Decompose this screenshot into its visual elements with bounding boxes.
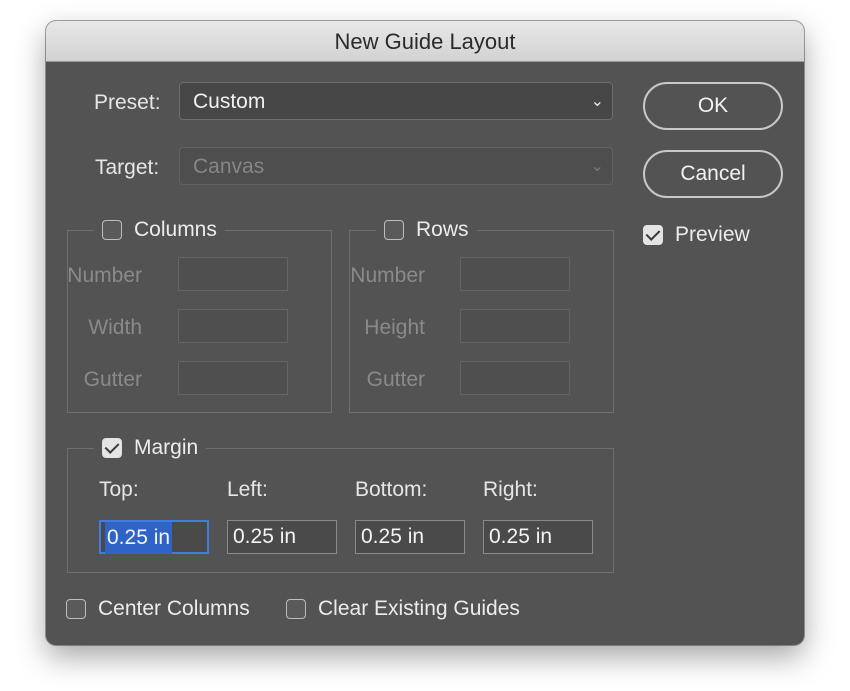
margin-top-input[interactable]: 0.25 in [99,520,209,554]
preview-label: Preview [675,223,750,246]
margin-right-input[interactable]: 0.25 in [483,520,593,554]
chevron-down-icon: ⌄ [590,93,604,110]
columns-label: Columns [134,218,217,241]
columns-number-field [178,257,288,291]
margin-top-value: 0.25 in [105,522,173,554]
columns-gutter-label: Gutter [83,368,142,391]
rows-height-field [460,309,570,343]
target-select: Canvas ⌄ [179,147,613,185]
preset-select[interactable]: Custom ⌄ [179,82,613,120]
margin-left-input[interactable]: 0.25 in [227,520,337,554]
target-label: Target: [95,156,160,179]
margin-legend[interactable]: Margin [94,433,207,463]
margin-right-label: Right: [483,478,538,501]
margin-bottom-input[interactable]: 0.25 in [355,520,465,554]
clear-guides-row[interactable]: Clear Existing Guides [286,597,520,621]
columns-gutter-field [178,361,288,395]
rows-label: Rows [416,218,469,241]
rows-gutter-field [460,361,570,395]
preview-checkbox[interactable] [643,225,663,245]
margin-right-value: 0.25 in [489,525,553,548]
chevron-down-icon: ⌄ [590,158,604,175]
columns-width-field [178,309,288,343]
margin-top-label: Top: [99,478,139,501]
dialog-title: New Guide Layout [46,21,804,62]
margin-bottom-label: Bottom: [355,478,428,501]
rows-height-label: Height [364,316,425,339]
rows-checkbox[interactable] [384,220,404,240]
rows-gutter-label: Gutter [366,368,425,391]
margin-left-value: 0.25 in [233,525,297,548]
margin-label: Margin [134,436,199,459]
preview-checkbox-row[interactable]: Preview [643,223,750,247]
preset-label: Preset: [94,91,161,114]
columns-number-label: Number [67,264,142,287]
center-columns-label: Center Columns [98,597,250,621]
margin-bottom-value: 0.25 in [361,525,425,548]
columns-checkbox[interactable] [102,220,122,240]
clear-guides-label: Clear Existing Guides [318,597,520,621]
new-guide-layout-dialog: New Guide Layout Preset: Custom ⌄ Target… [46,21,804,645]
columns-legend[interactable]: Columns [94,215,225,245]
preset-value: Custom [193,90,266,113]
columns-width-label: Width [88,316,142,339]
center-columns-row[interactable]: Center Columns [66,597,250,621]
margin-checkbox[interactable] [102,438,122,458]
rows-number-label: Number [350,264,425,287]
ok-button[interactable]: OK [643,82,783,130]
target-value: Canvas [193,155,265,178]
cancel-button[interactable]: Cancel [643,150,783,198]
rows-number-field [460,257,570,291]
clear-guides-checkbox[interactable] [286,599,306,620]
rows-legend[interactable]: Rows [376,215,477,245]
margin-left-label: Left: [227,478,268,501]
center-columns-checkbox[interactable] [66,599,86,620]
margin-group: Margin [67,433,614,573]
